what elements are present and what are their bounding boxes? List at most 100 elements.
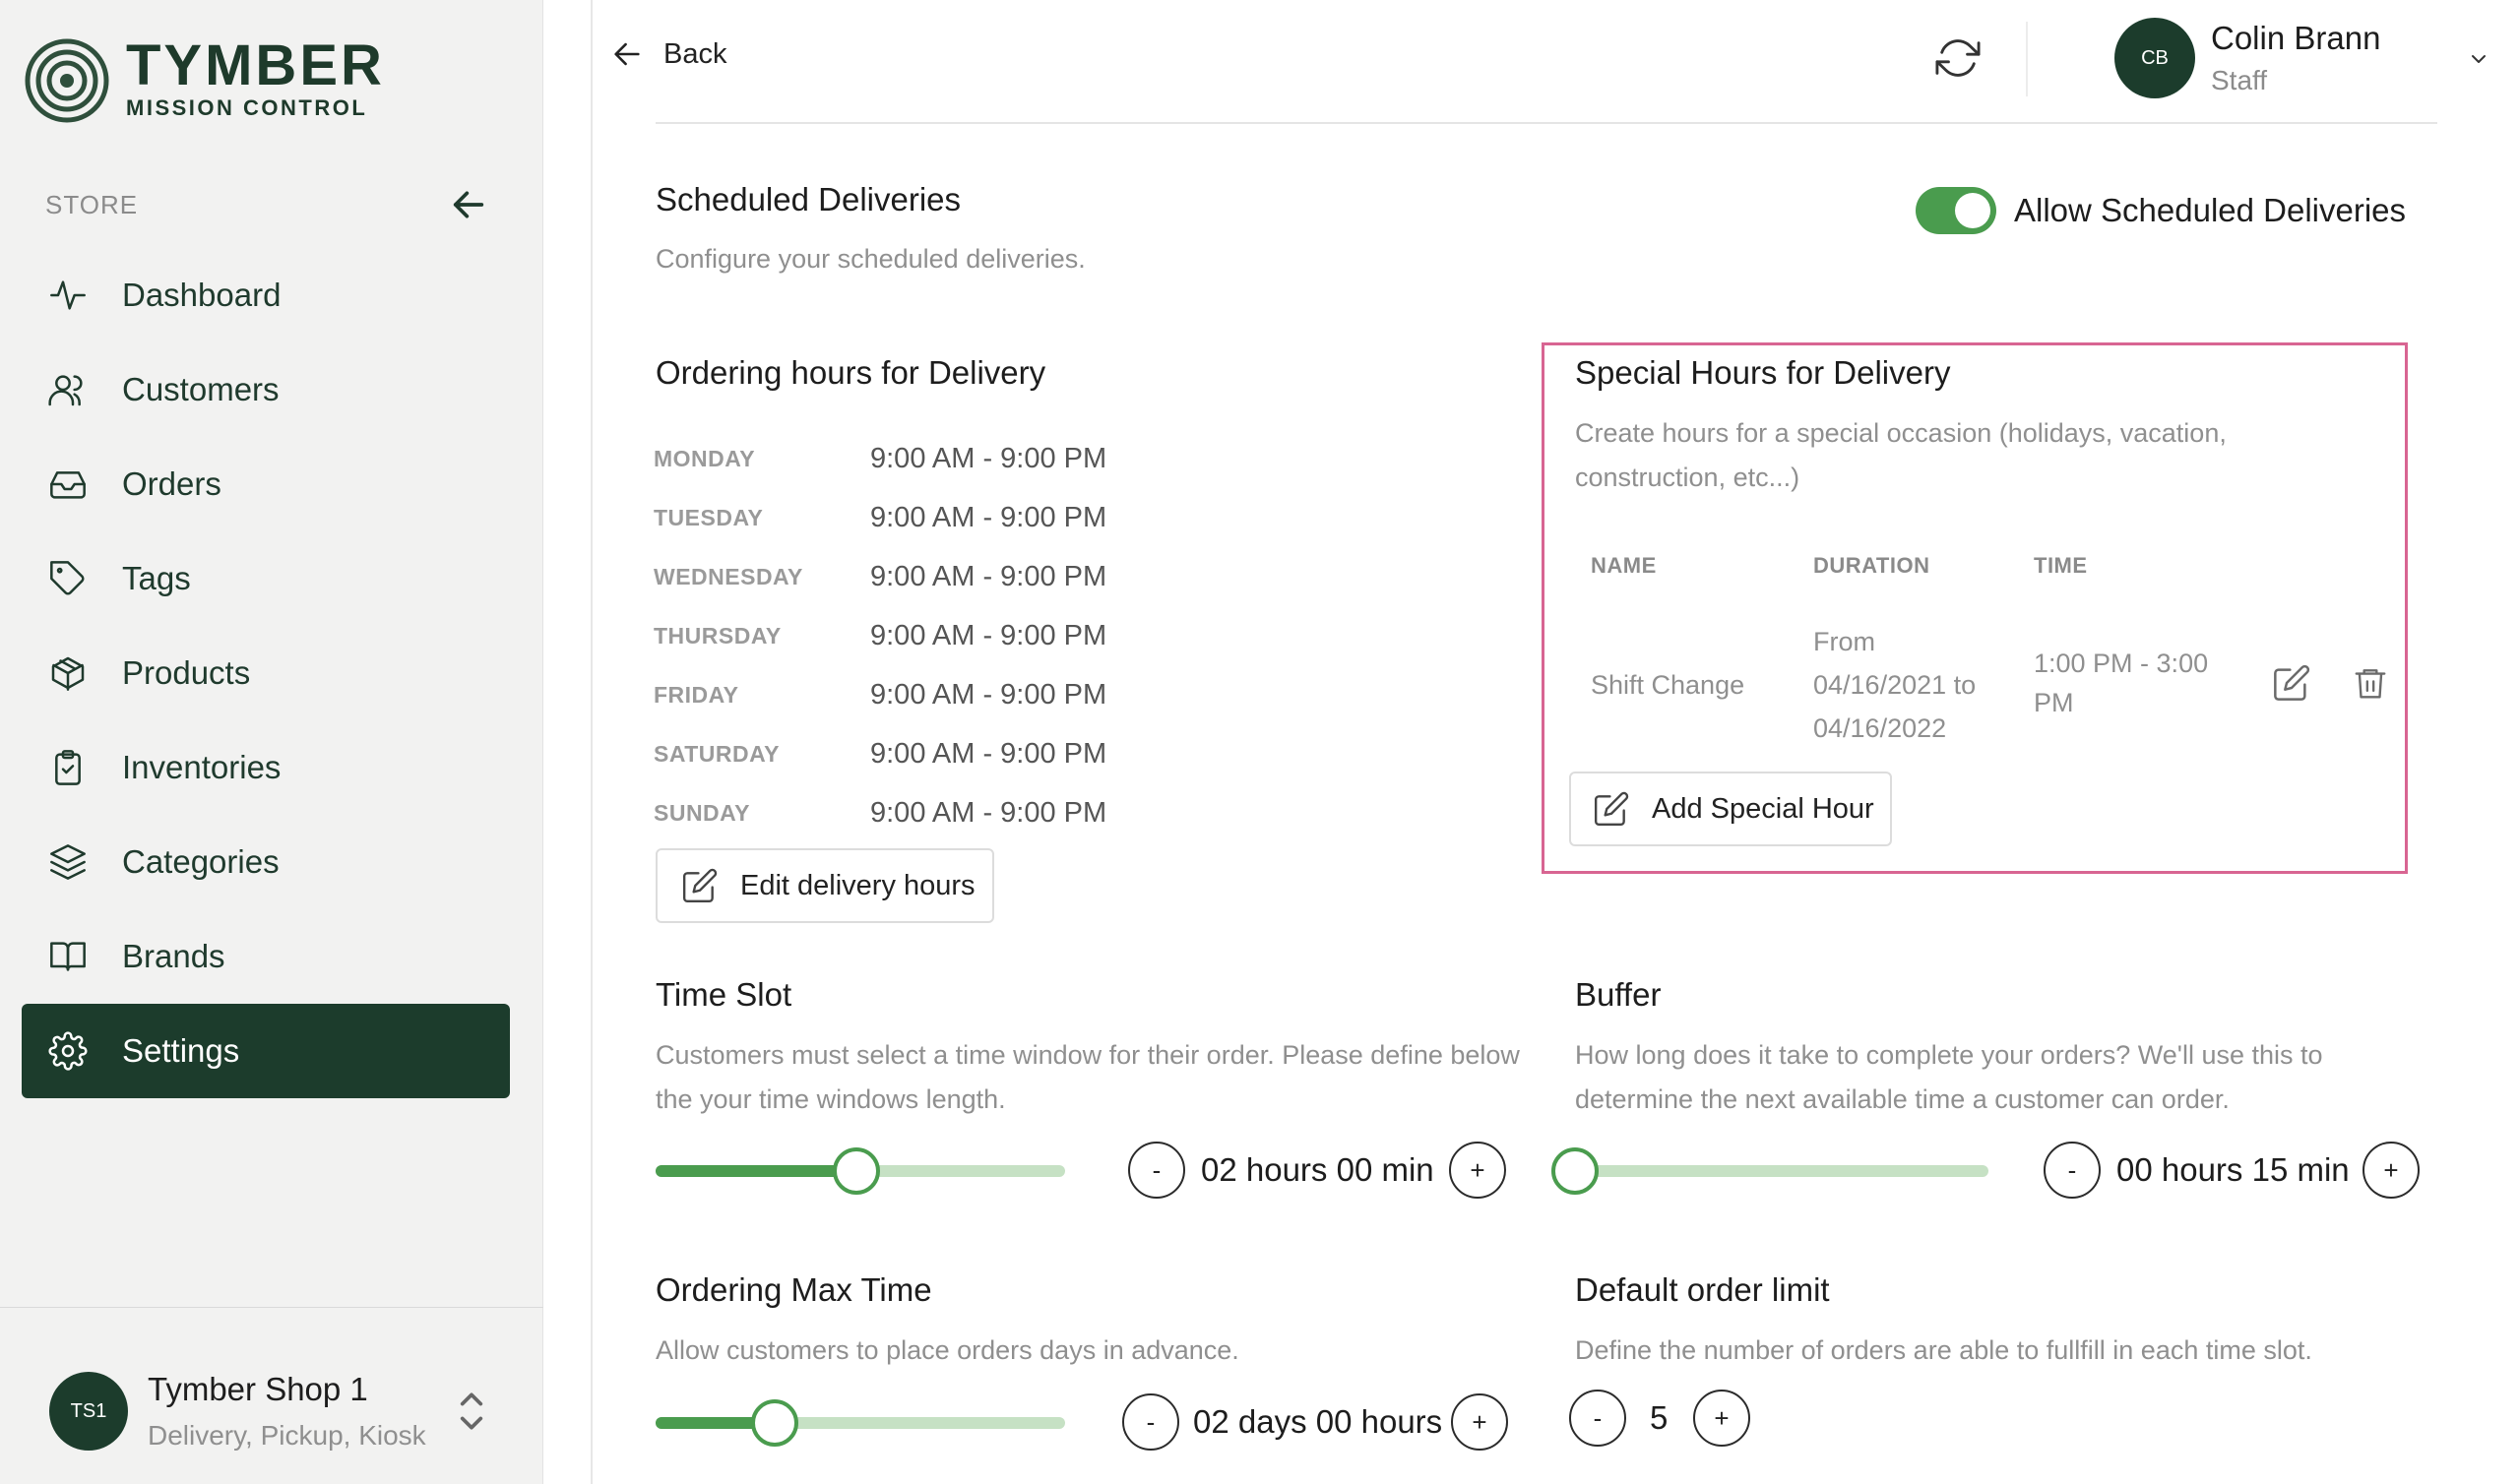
time-slot-value: 02 hours 00 min [1201,1151,1434,1188]
back-button[interactable]: Back [610,37,726,71]
edit-delivery-hours-button[interactable]: Edit delivery hours [656,848,994,923]
slider-thumb[interactable] [1551,1147,1599,1195]
layers-icon [47,841,89,883]
day-hours: 9:00 AM - 9:00 PM [870,619,1107,651]
list-item: TUESDAY 9:00 AM - 9:00 PM [654,488,1106,547]
edit-icon [2274,664,2310,701]
button-label: Add Special Hour [1652,792,1874,825]
day-hours: 9:00 AM - 9:00 PM [870,442,1107,474]
special-hours-description: Create hours for a special occasion (hol… [1575,418,2227,492]
sidebar-item-label: Customers [122,371,280,407]
refresh-icon[interactable] [1935,35,1981,81]
book-open-icon [47,936,89,977]
shop-avatar: TS1 [49,1372,128,1451]
edit-icon [682,868,718,903]
special-hour-duration: From 04/16/2021 to 04/16/2022 [1813,620,1976,750]
ordering-max-time-slider[interactable] [656,1399,1065,1447]
buffer-decrease-button[interactable]: - [2044,1142,2101,1199]
column-header-name: NAME [1591,553,1657,578]
edit-special-hour-button[interactable] [2270,661,2313,705]
special-hour-name: Shift Change [1591,670,1745,700]
sidebar-item-label: Categories [122,843,280,880]
toggle-label: Allow Scheduled Deliveries [2014,192,2407,228]
shop-types: Delivery, Pickup, Kiosk [148,1420,426,1451]
ordering-max-time-increase-button[interactable]: + [1451,1393,1508,1451]
clipboard-check-icon [47,747,89,788]
column-header-time: TIME [2034,553,2088,578]
order-limit-increase-button[interactable]: + [1693,1390,1750,1447]
day-label: THURSDAY [654,622,782,649]
sidebar-item-categories[interactable]: Categories [22,815,510,909]
order-limit-decrease-button[interactable]: - [1569,1390,1626,1447]
time-line: 1:00 PM - 3:00 [2034,649,2209,678]
user-role: Staff [2211,65,2268,95]
list-item: SATURDAY 9:00 AM - 9:00 PM [654,724,1106,783]
day-hours: 9:00 AM - 9:00 PM [870,560,1107,592]
sidebar: TYMBER MISSION CONTROL STORE Dashboard C… [0,0,543,1484]
time-slot-decrease-button[interactable]: - [1128,1142,1185,1199]
duration-line: 04/16/2022 [1813,713,1947,743]
delete-special-hour-button[interactable] [2349,661,2392,705]
toggle-switch[interactable] [1916,187,1996,234]
arrow-left-icon [614,42,640,66]
buffer-slider[interactable] [1551,1147,1988,1195]
sidebar-item-inventories[interactable]: Inventories [22,720,510,815]
day-label: FRIDAY [654,681,739,708]
scheduled-deliveries-description: Configure your scheduled deliveries. [656,244,1086,274]
sidebar-item-label: Tags [122,560,191,596]
duration-line: 04/16/2021 to [1813,670,1977,700]
time-slot-slider[interactable] [656,1147,1065,1195]
list-item: FRIDAY 9:00 AM - 9:00 PM [654,665,1106,724]
button-label: Edit delivery hours [740,869,976,901]
activity-icon [47,275,89,316]
slider-thumb[interactable] [832,1147,880,1195]
edit-icon [1594,791,1629,827]
duration-line: From [1813,627,1875,656]
buffer-value: 00 hours 15 min [2116,1151,2350,1188]
sidebar-item-orders[interactable]: Orders [22,437,510,531]
ordering-max-time-value: 02 days 00 hours [1193,1403,1443,1440]
list-item: WEDNESDAY 9:00 AM - 9:00 PM [654,547,1106,606]
allow-scheduled-deliveries-toggle[interactable]: Allow Scheduled Deliveries [1916,187,2406,234]
header-separator [2026,22,2028,96]
shop-switcher[interactable]: TS1 Tymber Shop 1 Delivery, Pickup, Kios… [49,1362,483,1460]
sidebar-item-customers[interactable]: Customers [22,342,510,437]
day-label: WEDNESDAY [654,563,803,589]
default-order-limit-description: Define the number of orders are able to … [1575,1335,2312,1365]
header-divider [656,122,2437,124]
chevron-up-down-icon [460,1392,483,1430]
special-hours-table-header: NAME DURATION TIME [1591,553,2088,579]
sidebar-item-settings[interactable]: Settings [22,1004,510,1098]
trash-icon [2355,669,2386,699]
sidebar-item-brands[interactable]: Brands [22,909,510,1004]
user-menu[interactable]: CB Colin Brann Staff [2114,18,2380,98]
arrow-left-icon [453,191,484,218]
slider-thumb[interactable] [750,1399,798,1447]
ordering-max-time-decrease-button[interactable]: - [1122,1393,1179,1451]
logo[interactable]: TYMBER MISSION CONTROL [24,37,385,124]
day-label: TUESDAY [654,504,764,530]
day-label: SUNDAY [654,799,751,826]
ordering-hours-title: Ordering hours for Delivery [656,354,1046,391]
sidebar-item-label: Settings [122,1032,240,1069]
time-slot-title: Time Slot [656,976,792,1013]
inbox-icon [47,464,89,505]
ordering-hours-list: MONDAY 9:00 AM - 9:00 PM TUESDAY 9:00 AM -… [654,429,1106,842]
sidebar-item-label: Products [122,654,251,691]
sidebar-divider [0,1307,543,1308]
day-hours: 9:00 AM - 9:00 PM [870,796,1107,829]
collapse-sidebar-button[interactable] [447,183,490,226]
slider-track [1575,1165,1988,1177]
add-special-hour-button[interactable]: Add Special Hour [1569,772,1892,846]
sidebar-nav: Dashboard Customers Orders Tags Products… [22,248,510,1098]
day-label: MONDAY [654,445,756,471]
buffer-increase-button[interactable]: + [2362,1142,2420,1199]
sidebar-item-tags[interactable]: Tags [22,531,510,626]
day-hours: 9:00 AM - 9:00 PM [870,501,1107,533]
sidebar-item-products[interactable]: Products [22,626,510,720]
time-slot-increase-button[interactable]: + [1449,1142,1506,1199]
sidebar-item-dashboard[interactable]: Dashboard [22,248,510,342]
chevron-down-icon[interactable] [2467,47,2490,71]
default-order-limit-title: Default order limit [1575,1271,1830,1308]
slider-fill [656,1165,856,1177]
